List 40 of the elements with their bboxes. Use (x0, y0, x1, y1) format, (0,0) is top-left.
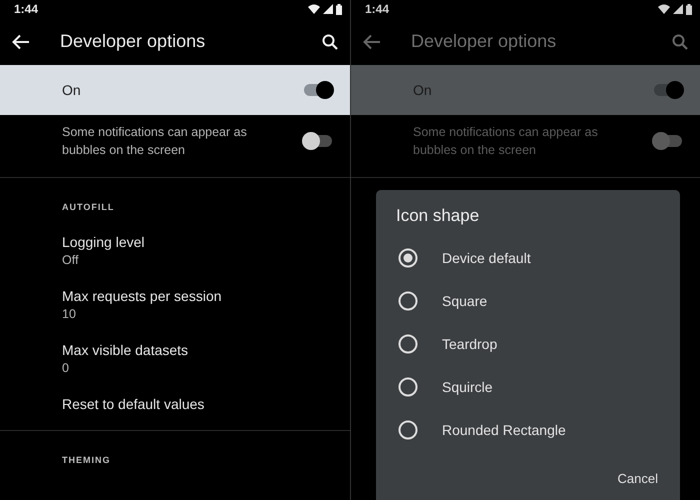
wifi-icon (308, 4, 320, 14)
section-header: AUTOFILL (62, 202, 116, 212)
section-header: THEMING (62, 455, 112, 465)
radio-button[interactable] (398, 334, 418, 354)
clock-time: 1:44 (14, 2, 38, 16)
option-label[interactable]: Rounded Rectangle (442, 422, 566, 438)
search-icon[interactable] (322, 34, 338, 50)
cancel-button[interactable]: Cancel (616, 465, 660, 492)
screen-title: Developer options (411, 31, 558, 52)
dialog-title: Icon shape (396, 206, 480, 226)
toggle-switch[interactable] (304, 84, 332, 96)
switch-label: On (413, 82, 433, 98)
radio-button[interactable] (398, 290, 418, 310)
signal-icon (673, 4, 683, 14)
battery-icon (336, 4, 342, 14)
setting-summary: Some notifications can appear as bubbles on the screen (413, 125, 598, 157)
signal-icon (323, 4, 333, 14)
setting-summary: Some notifications can appear as bubbles on the screen (62, 125, 247, 157)
toggle-switch[interactable] (654, 135, 682, 147)
wifi-icon (658, 4, 670, 14)
radio-button[interactable] (398, 420, 418, 440)
option-label[interactable]: Squircle (442, 378, 493, 394)
battery-icon (686, 4, 692, 14)
setting-title[interactable]: Reset to default values (62, 396, 332, 412)
setting-title[interactable]: Max requests per session (62, 288, 332, 304)
radio-button[interactable] (398, 248, 418, 268)
setting-value: Off (62, 253, 80, 268)
toggle-switch[interactable] (654, 84, 682, 96)
switch-label: On (62, 82, 82, 98)
toggle-switch[interactable] (304, 135, 332, 147)
radio-button[interactable] (398, 376, 418, 396)
option-label[interactable]: Device default (442, 250, 531, 266)
option-label[interactable]: Teardrop (442, 336, 498, 352)
setting-value: 10 (62, 307, 77, 322)
setting-title[interactable]: Max visible datasets (62, 342, 332, 358)
setting-value: 0 (62, 361, 70, 376)
clock-time: 1:44 (365, 2, 390, 16)
screen-title: Developer options (60, 31, 206, 52)
setting-title[interactable]: Logging level (62, 234, 332, 250)
option-label[interactable]: Square (442, 292, 488, 308)
